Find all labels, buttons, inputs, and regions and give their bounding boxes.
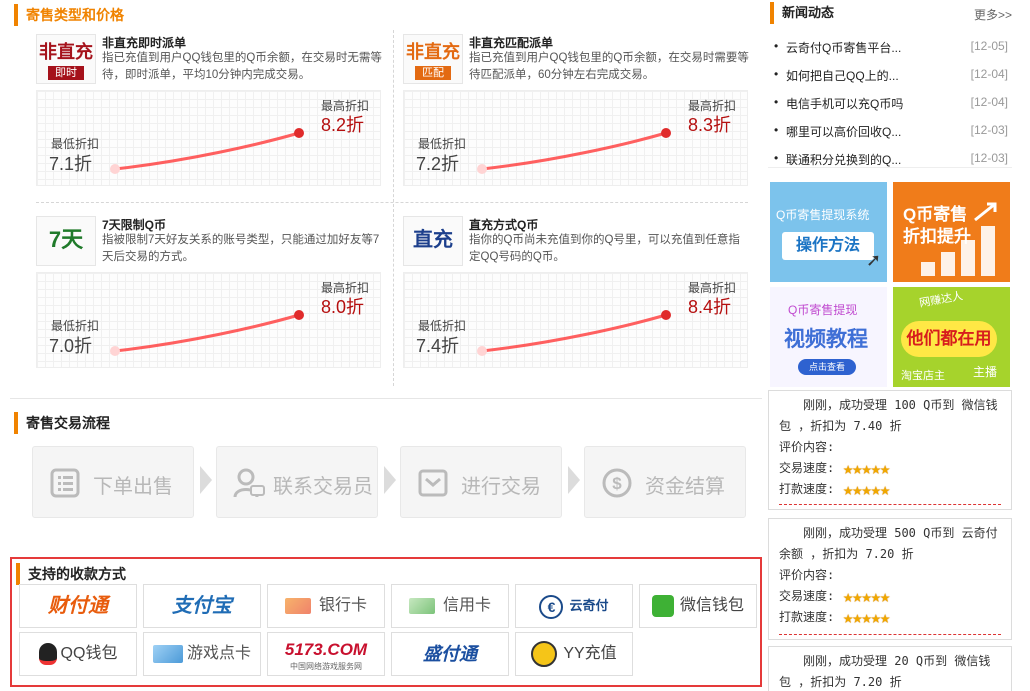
bank-card-icon — [284, 597, 311, 614]
promo-discount-up[interactable]: Q币寄售 折扣提升 — [893, 182, 1010, 282]
cursor-icon: ➚ — [866, 250, 882, 270]
news-more-link[interactable]: 更多>> — [974, 6, 1012, 23]
card-name: 非直充匹配派单 — [469, 36, 554, 50]
min-discount-value: 7.2折 — [416, 154, 460, 174]
trade-review-card: 刚刚，成功受理 100 Q币到 微信钱包 ，折扣为 7.40 折 评价内容: 交… — [768, 390, 1012, 510]
discount-graph: 最低折扣 7.4折 最高折扣 8.4折 — [403, 272, 748, 368]
divider — [10, 398, 762, 399]
yunqifu-option[interactable]: € 云奇付 — [515, 584, 633, 628]
left-column: 寄售类型和价格 非直充 即时 非直充即时派单 指已充值到用户QQ钱包里的Q币余额… — [10, 0, 762, 691]
min-discount-value: 7.0折 — [49, 336, 93, 356]
flow-section-title: 寄售交易流程 — [14, 412, 110, 434]
news-item[interactable]: • 哪里可以高价回收Q... [12-03] — [774, 123, 1008, 141]
nondirect-match-logo: 非直充 匹配 — [403, 34, 463, 84]
max-discount-value: 8.2折 — [321, 115, 365, 135]
max-discount-value: 8.4折 — [688, 297, 732, 317]
step-arrow — [568, 466, 580, 494]
shengpay-logo[interactable]: 盛付通 — [391, 632, 509, 676]
right-column: 新闻动态 更多>> • 云奇付Q币寄售平台... [12-05] • 如何把自己QQ上… — [768, 0, 1012, 691]
qq-penguin-icon — [38, 642, 57, 665]
wechat-wallet-option[interactable]: 微信钱包 — [639, 584, 757, 628]
types-section-title: 寄售类型和价格 — [14, 4, 124, 26]
news-item[interactable]: • 云奇付Q币寄售平台... [12-05] — [774, 39, 1008, 57]
step-place-order: 下单出售 — [32, 446, 194, 518]
tenpay-logo[interactable]: 财付通 — [19, 584, 137, 628]
discount-graph: 最低折扣 7.1折 最高折扣 8.2折 — [36, 90, 381, 186]
list-icon — [50, 468, 80, 498]
min-discount-value: 7.4折 — [416, 336, 460, 356]
news-title: 新闻动态 — [770, 2, 834, 24]
max-discount-value: 8.0折 — [321, 297, 365, 317]
trade-speed-stars: ★★★★★ — [843, 587, 890, 607]
yy-bear-icon — [531, 640, 558, 667]
news-item[interactable]: • 如何把自己QQ上的... [12-04] — [774, 67, 1008, 85]
price-card-instant[interactable]: 非直充 即时 非直充即时派单 指已充值到用户QQ钱包里的Q币余额，在交易时无需等… — [36, 32, 382, 202]
seven-day-logo: 7天 — [36, 216, 96, 266]
divider — [393, 30, 394, 386]
promo-they-use-it[interactable]: 网赚达人 他们都在用 淘宝店主 主播 — [893, 287, 1010, 387]
wechat-wallet-icon — [651, 594, 674, 617]
game-card-option[interactable]: 游戏点卡 — [143, 632, 261, 676]
news-panel: 新闻动态 更多>> • 云奇付Q币寄售平台... [12-05] • 如何把自己QQ上… — [768, 0, 1012, 168]
promo-video-tutorial[interactable]: Q币寄售提现 视频教程 点击查看 — [770, 287, 887, 387]
card-name: 直充方式Q币 — [469, 218, 539, 232]
trade-review-card: 刚刚，成功受理 500 Q币到 云奇付余额 ，折扣为 7.20 折 评价内容: … — [768, 518, 1012, 640]
card-desc: 指已充值到用户QQ钱包里的Q币余额，在交易时无需等待，即时派单，平均10分钟内完… — [102, 52, 382, 81]
price-card-match[interactable]: 非直充 匹配 非直充匹配派单 指已充值到用户QQ钱包里的Q币余额，在交易时需要等… — [403, 32, 749, 202]
price-card-direct[interactable]: 直充 直充方式Q币 指你的Q币尚未充值到你的Q号里，可以充值到任意指定QQ号码的… — [403, 214, 748, 384]
bank-card-option[interactable]: 银行卡 — [267, 584, 385, 628]
click-view-button: 点击查看 — [798, 359, 856, 375]
credit-card-icon — [408, 597, 435, 614]
divider — [36, 202, 748, 203]
payment-section-title: 支持的收款方式 — [16, 563, 126, 585]
person-chat-icon — [233, 468, 265, 498]
trade-review-card: 刚刚，成功受理 20 Q币到 微信钱包 ，折扣为 7.20 折 — [768, 646, 1012, 691]
step-arrow — [200, 466, 212, 494]
operation-guide-button: 操作方法 — [782, 232, 874, 260]
nondirect-instant-logo: 非直充 即时 — [36, 34, 96, 84]
promo-operation-guide[interactable]: Q币寄售提现系统 操作方法 ➚ — [770, 182, 887, 282]
discount-graph: 最低折扣 7.2折 最高折扣 8.3折 — [403, 90, 748, 186]
pay-speed-stars: ★★★★★ — [843, 608, 890, 628]
direct-charge-logo: 直充 — [403, 216, 463, 266]
yunqifu-logo: € — [539, 594, 564, 619]
step-settlement: $ 资金结算 — [584, 446, 746, 518]
payment-methods-panel: 支持的收款方式 财付通 支付宝 银行卡 信用卡 € 云奇付 微信钱包 QQ钱包 游… — [10, 557, 762, 687]
yy-option[interactable]: YY充值 — [515, 632, 633, 676]
qq-wallet-option[interactable]: QQ钱包 — [19, 632, 137, 676]
trade-speed-stars: ★★★★★ — [843, 459, 890, 479]
step-arrow — [384, 466, 396, 494]
step-trade: 进行交易 — [400, 446, 562, 518]
news-item[interactable]: • 联通积分兑换到的Q... [12-03] — [774, 151, 1008, 169]
card-name: 非直充即时派单 — [102, 36, 187, 50]
credit-card-option[interactable]: 信用卡 — [391, 584, 509, 628]
card-desc: 指你的Q币尚未充值到你的Q号里，可以充值到任意指定QQ号码的Q币。 — [469, 234, 740, 263]
step-contact-agent: 联系交易员 — [216, 446, 378, 518]
bar-growth-icon — [921, 202, 997, 276]
mail-box-icon — [418, 469, 448, 497]
news-item[interactable]: • 电信手机可以充Q币吗 [12-04] — [774, 95, 1008, 113]
5173-logo: 5173.COM — [284, 640, 368, 659]
card-desc: 指已充值到用户QQ钱包里的Q币余额，在交易时需要等待匹配派单，60分钟左右完成交… — [469, 52, 749, 81]
discount-graph: 最低折扣 7.0折 最高折扣 8.0折 — [36, 272, 381, 368]
card-name: 7天限制Q币 — [102, 218, 167, 232]
game-card-icon — [152, 644, 183, 663]
max-discount-value: 8.3折 — [688, 115, 732, 135]
svg-text:$: $ — [612, 474, 622, 493]
alipay-logo[interactable]: 支付宝 — [143, 584, 261, 628]
price-card-7day[interactable]: 7天 7天限制Q币 指被限制7天好友关系的账号类型，只能通过加好友等7天后交易的… — [36, 214, 381, 384]
5173-option[interactable]: 5173.COM 中国网络游戏服务网 — [267, 632, 385, 676]
card-desc: 指被限制7天好友关系的账号类型，只能通过加好友等7天后交易的方式。 — [102, 234, 380, 263]
min-discount-value: 7.1折 — [49, 154, 93, 174]
dollar-coin-icon: $ — [602, 468, 632, 498]
pay-speed-stars: ★★★★★ — [843, 480, 890, 500]
